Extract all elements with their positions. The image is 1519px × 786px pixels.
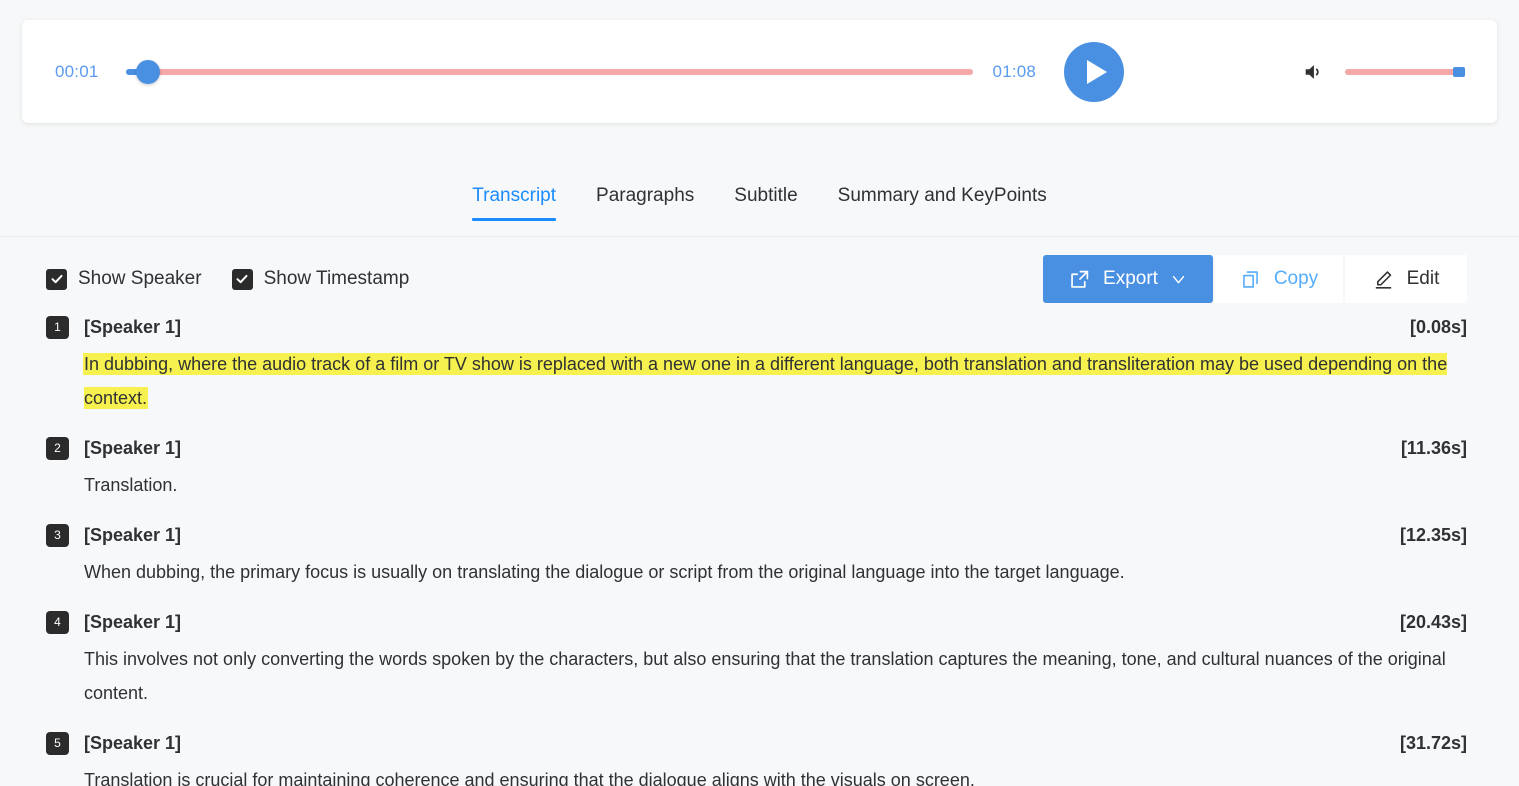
tab-label: Summary and KeyPoints: [837, 185, 1047, 206]
segment-header: 2 [Speaker 1] [11.36s]: [46, 436, 1467, 460]
segment-header: 4 [Speaker 1] [20.43s]: [46, 610, 1467, 634]
transcript-segment[interactable]: 5 [Speaker 1] [31.72s] Translation is cr…: [46, 731, 1467, 786]
current-time-label: 00:01: [55, 61, 99, 81]
checkbox-box: [46, 268, 67, 290]
progress-track: [125, 68, 973, 75]
checkbox-box: [231, 268, 253, 290]
tab-label: Subtitle: [734, 185, 798, 206]
segment-number: 1: [46, 315, 69, 339]
transcript-segment[interactable]: 1 [Speaker 1] [0.08s] In dubbing, where …: [46, 315, 1467, 415]
edit-button[interactable]: Edit: [1345, 255, 1467, 303]
transcript-segment[interactable]: 3 [Speaker 1] [12.35s] When dubbing, the…: [46, 523, 1467, 589]
segment-header: 1 [Speaker 1] [0.08s]: [46, 315, 1467, 339]
show-timestamp-label: Show Timestamp: [263, 268, 410, 289]
show-timestamp-checkbox[interactable]: Show Timestamp: [231, 268, 410, 290]
segment-header: 3 [Speaker 1] [12.35s]: [46, 523, 1467, 547]
segment-text[interactable]: This involves not only converting the wo…: [84, 642, 1467, 710]
tab-paragraphs[interactable]: Paragraphs: [596, 185, 694, 221]
total-time-label: 01:08: [992, 61, 1037, 81]
app-root: 00:01 01:08 Transcript Paragraphs Subtit…: [0, 0, 1519, 786]
content-tabs: Transcript Paragraphs Subtitle Summary a…: [0, 185, 1519, 221]
segment-number: 5: [46, 731, 69, 755]
segment-speaker: [Speaker 1]: [84, 437, 182, 458]
volume-control: [1302, 61, 1465, 83]
edit-label: Edit: [1406, 268, 1440, 289]
segment-text-wrapper[interactable]: In dubbing, where the audio track of a f…: [84, 347, 1467, 415]
export-button[interactable]: Export: [1043, 255, 1213, 303]
segment-number: 3: [46, 523, 69, 547]
transcript-segment[interactable]: 4 [Speaker 1] [20.43s] This involves not…: [46, 610, 1467, 710]
segment-timestamp[interactable]: [31.72s]: [1400, 733, 1467, 754]
transcript-list[interactable]: 1 [Speaker 1] [0.08s] In dubbing, where …: [0, 315, 1519, 786]
toolbar-actions: Export Copy Edit: [1043, 255, 1467, 303]
transcript-toolbar: Show Speaker Show Timestamp Export Copy …: [0, 255, 1519, 303]
volume-thumb[interactable]: [1453, 66, 1465, 77]
segment-timestamp[interactable]: [12.35s]: [1400, 525, 1467, 546]
volume-icon[interactable]: [1302, 61, 1324, 83]
playback-progress-slider[interactable]: [125, 59, 973, 84]
show-speaker-label: Show Speaker: [78, 268, 202, 289]
tabs-divider: [0, 236, 1519, 237]
volume-slider[interactable]: [1345, 65, 1465, 79]
segment-speaker: [Speaker 1]: [84, 732, 182, 753]
copy-icon: [1242, 270, 1258, 288]
tab-label: Transcript: [472, 185, 557, 206]
play-button[interactable]: [1064, 41, 1125, 102]
chevron-down-icon: [1172, 275, 1185, 283]
export-label: Export: [1103, 268, 1158, 289]
segment-timestamp[interactable]: [20.43s]: [1400, 612, 1467, 633]
progress-thumb[interactable]: [135, 59, 160, 84]
check-icon: [51, 274, 62, 284]
copy-button[interactable]: Copy: [1215, 255, 1343, 303]
segment-speaker: [Speaker 1]: [84, 611, 182, 632]
tab-transcript[interactable]: Transcript: [472, 185, 556, 221]
segment-text-highlighted: In dubbing, where the audio track of a f…: [84, 354, 1448, 408]
show-speaker-checkbox[interactable]: Show Speaker: [46, 268, 202, 290]
segment-text[interactable]: When dubbing, the primary focus is usual…: [84, 555, 1467, 589]
segment-text[interactable]: Translation is crucial for maintaining c…: [84, 763, 1467, 786]
external-link-icon: [1071, 270, 1089, 288]
pencil-icon: [1375, 270, 1391, 289]
segment-number: 4: [46, 610, 69, 634]
segment-timestamp[interactable]: [11.36s]: [1401, 438, 1467, 459]
tab-subtitle[interactable]: Subtitle: [734, 185, 797, 221]
segment-number: 2: [46, 436, 69, 460]
check-icon: [236, 274, 248, 284]
play-icon: [1086, 59, 1107, 84]
segment-text[interactable]: Translation.: [84, 468, 1467, 502]
tab-summary-and-keypoints[interactable]: Summary and KeyPoints: [838, 185, 1047, 221]
segment-header: 5 [Speaker 1] [31.72s]: [46, 731, 1467, 755]
segment-speaker: [Speaker 1]: [84, 524, 182, 545]
copy-label: Copy: [1273, 268, 1319, 289]
segment-speaker: [Speaker 1]: [84, 316, 182, 337]
transcript-segment[interactable]: 2 [Speaker 1] [11.36s] Translation.: [46, 436, 1467, 502]
segment-timestamp[interactable]: [0.08s]: [1410, 317, 1467, 338]
tab-label: Paragraphs: [596, 185, 695, 206]
volume-track: [1345, 68, 1465, 75]
audio-player-card: 00:01 01:08: [22, 20, 1497, 123]
